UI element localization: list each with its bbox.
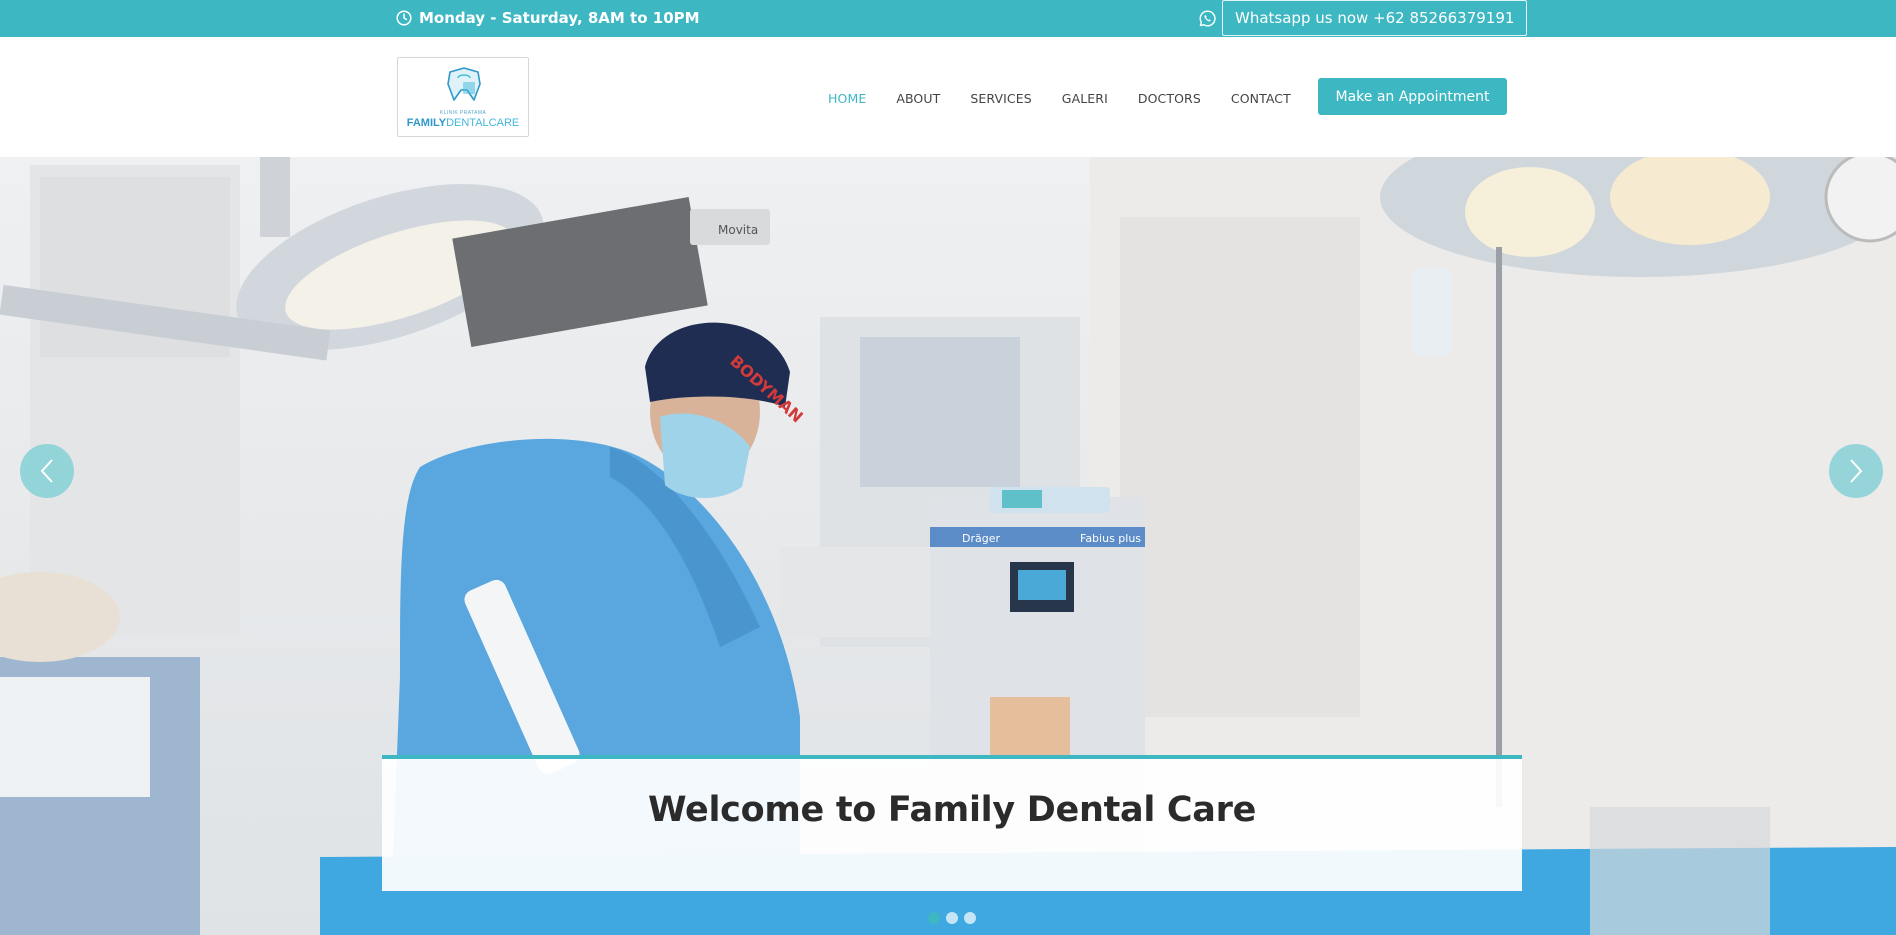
hero-caption-box: Welcome to Family Dental Care <box>382 755 1522 891</box>
logo-tagline: KLINIK PRATAMA <box>439 110 487 116</box>
hero-slider: Movita Dräger Fabius plus BODYMAN Welcom… <box>0 157 1896 935</box>
slider-next-button[interactable] <box>1829 444 1883 498</box>
nav-galeri[interactable]: GALERI <box>1062 91 1108 106</box>
top-info-bar: Monday - Saturday, 8AM to 10PM Whatsapp … <box>0 0 1896 37</box>
make-appointment-button[interactable]: Make an Appointment <box>1318 78 1507 115</box>
opening-hours: Monday - Saturday, 8AM to 10PM <box>396 8 700 28</box>
tooth-logo-icon <box>447 67 481 101</box>
nav-about[interactable]: ABOUT <box>896 91 940 106</box>
whatsapp-button[interactable]: Whatsapp us now +62 85266379191 <box>1222 0 1528 36</box>
whatsapp-icon <box>1199 9 1216 26</box>
nav-home[interactable]: HOME <box>828 91 866 106</box>
slider-prev-button[interactable] <box>20 444 74 498</box>
logo-wordmark-bold: FAMILY <box>406 117 447 129</box>
chevron-left-icon <box>40 459 53 483</box>
clock-icon <box>396 10 412 26</box>
slider-dot-2[interactable] <box>946 912 958 924</box>
slider-dot-1[interactable] <box>928 912 940 924</box>
machine-brand-label: Dräger <box>962 532 1000 545</box>
logo-wordmark-light: DENTALCARE <box>446 117 520 129</box>
chevron-right-icon <box>1850 459 1863 483</box>
nav-contact[interactable]: CONTACT <box>1231 91 1291 106</box>
nav-doctors[interactable]: DOCTORS <box>1138 91 1201 106</box>
opening-hours-text: Monday - Saturday, 8AM to 10PM <box>419 9 700 27</box>
site-logo[interactable]: KLINIK PRATAMA FAMILYDENTALCARE <box>397 57 529 137</box>
main-nav: HOME ABOUT SERVICES GALERI DOCTORS CONTA… <box>828 88 1321 108</box>
slider-dot-3[interactable] <box>964 912 976 924</box>
machine-model-label: Fabius plus <box>1080 532 1141 545</box>
hero-title: Welcome to Family Dental Care <box>647 790 1257 830</box>
logo-wordmark: FAMILYDENTALCARE <box>407 117 519 129</box>
slider-pagination <box>928 912 976 924</box>
site-header: KLINIK PRATAMA FAMILYDENTALCARE HOME ABO… <box>0 37 1896 157</box>
whatsapp-contact[interactable]: Whatsapp us now +62 85266379191 <box>1199 0 1528 36</box>
light-brand-label: Movita <box>718 223 758 237</box>
nav-services[interactable]: SERVICES <box>970 91 1031 106</box>
